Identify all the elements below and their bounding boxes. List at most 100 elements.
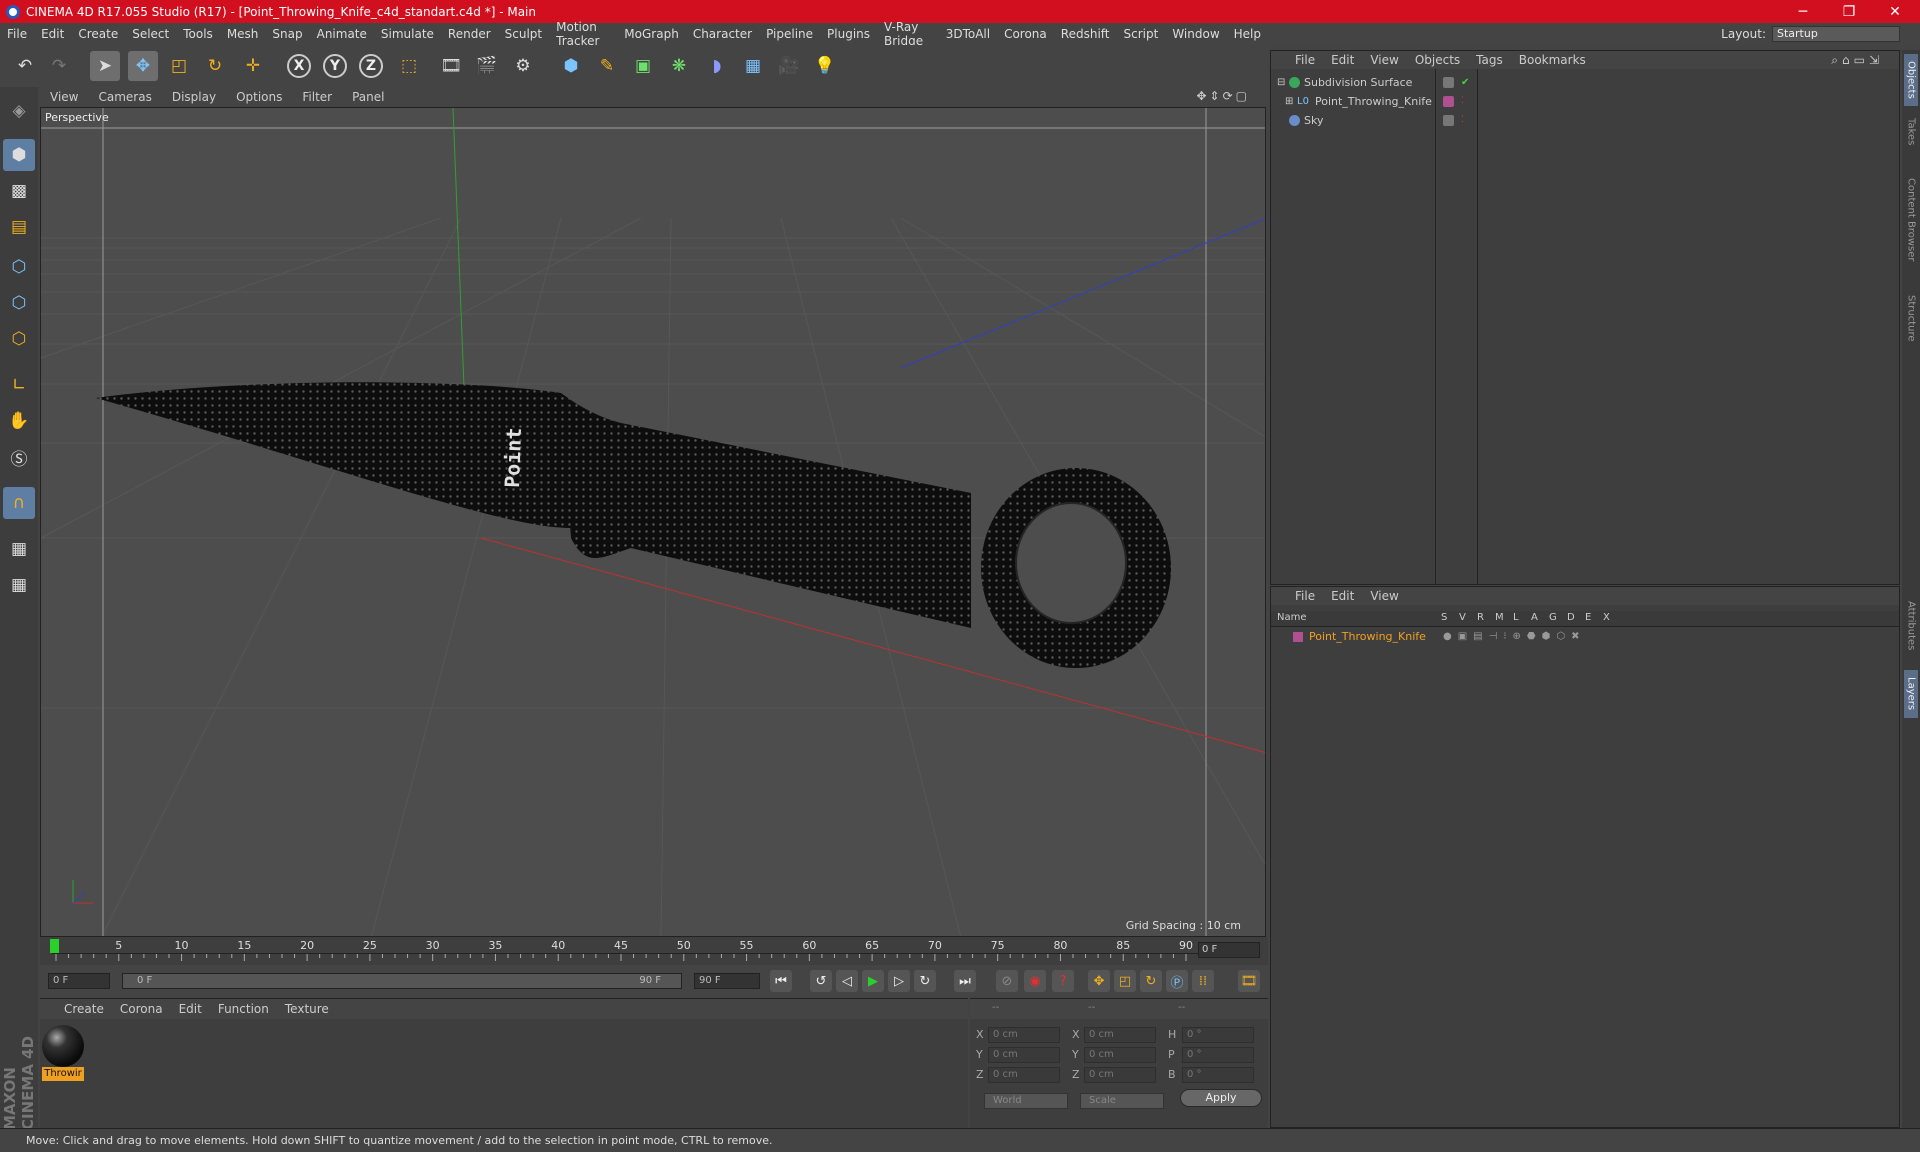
- start-frame-field[interactable]: 0 F: [48, 973, 110, 989]
- viewport-menu-view[interactable]: View: [40, 90, 88, 104]
- tab-objects[interactable]: Objects: [1904, 54, 1918, 106]
- light-bulb-icon[interactable]: 💡: [810, 51, 840, 81]
- tab-content-browser[interactable]: Content Browser: [1904, 160, 1918, 280]
- objects-menu-view[interactable]: View: [1362, 53, 1406, 67]
- rotation-p-field[interactable]: 0 °: [1182, 1047, 1254, 1063]
- object-row-subdivision-surface[interactable]: ⊟ Subdivision Surface ✔: [1271, 73, 1899, 92]
- keyframe-selection-icon[interactable]: ⊘: [996, 970, 1018, 992]
- rotation-h-field[interactable]: 0 °: [1182, 1027, 1254, 1043]
- viewport-menu-options[interactable]: Options: [226, 90, 292, 104]
- coordinate-system-icon[interactable]: ⬚: [394, 51, 424, 81]
- layers-menu-file[interactable]: File: [1287, 589, 1323, 603]
- visibility-dots-icon[interactable]: ⁚: [1461, 111, 1464, 130]
- y-axis-lock-button[interactable]: Y: [320, 51, 350, 81]
- layout-dropdown[interactable]: Startup: [1772, 26, 1900, 42]
- menu-select[interactable]: Select: [125, 27, 176, 41]
- viewport-navigation-icons[interactable]: ✥⇕⟳▢: [1186, 89, 1260, 103]
- scale-tool-icon[interactable]: ◰: [164, 51, 194, 81]
- key-rotation-icon[interactable]: ↻: [1140, 970, 1162, 992]
- material-menu-texture[interactable]: Texture: [277, 1002, 337, 1016]
- layer-color-swatch[interactable]: [1293, 632, 1303, 642]
- rotation-b-field[interactable]: 0 °: [1182, 1067, 1254, 1083]
- menu-snap[interactable]: Snap: [265, 27, 309, 41]
- tab-attributes[interactable]: Attributes: [1904, 590, 1918, 662]
- viewport-menu-filter[interactable]: Filter: [292, 90, 342, 104]
- object-manager-search-home-icons[interactable]: ⌕⌂▭⇲: [1823, 53, 1891, 68]
- menu-simulate[interactable]: Simulate: [374, 27, 441, 41]
- visibility-dots-icon[interactable]: ⁚: [1461, 92, 1464, 111]
- layer-toggle-icons[interactable]: ●▣▤⊣⁝⊕⬣⬢⬡✖: [1443, 628, 1585, 646]
- tab-takes[interactable]: Takes: [1904, 112, 1918, 152]
- layer-row[interactable]: Point_Throwing_Knife ●▣▤⊣⁝⊕⬣⬢⬡✖: [1271, 628, 1899, 646]
- menu-plugins[interactable]: Plugins: [820, 27, 877, 41]
- floor-environment-icon[interactable]: ▦: [738, 51, 768, 81]
- camera-icon[interactable]: 🎥: [774, 51, 804, 81]
- rotate-tool-icon[interactable]: ↻: [200, 51, 230, 81]
- next-key-icon[interactable]: ↻: [914, 970, 936, 992]
- transform-tool-icon[interactable]: ✛: [238, 51, 268, 81]
- menu-motion-tracker[interactable]: Motion Tracker: [549, 20, 617, 48]
- menu-script[interactable]: Script: [1117, 27, 1166, 41]
- apply-button[interactable]: Apply: [1180, 1089, 1262, 1107]
- objects-menu-edit[interactable]: Edit: [1323, 53, 1362, 67]
- redo-icon[interactable]: ↷: [44, 51, 74, 81]
- mograph-cloner-icon[interactable]: ❋: [664, 51, 694, 81]
- position-x-field[interactable]: 0 cm: [988, 1027, 1060, 1043]
- objects-menu-objects[interactable]: Objects: [1407, 53, 1468, 67]
- playhead-marker[interactable]: [50, 939, 59, 953]
- deformer-icon[interactable]: ◗: [702, 51, 732, 81]
- object-row-point-throwing-knife[interactable]: ⊞ L0 Point_Throwing_Knife ⁚: [1271, 92, 1899, 111]
- menu-sculpt[interactable]: Sculpt: [498, 27, 549, 41]
- texture-mode-icon[interactable]: ▩: [3, 175, 35, 207]
- render-view-icon[interactable]: 🎞: [436, 51, 466, 81]
- menu-character[interactable]: Character: [686, 27, 759, 41]
- menu-pipeline[interactable]: Pipeline: [759, 27, 820, 41]
- current-frame-field[interactable]: 0 F: [1198, 942, 1260, 958]
- polygons-mode-icon[interactable]: ⬡: [3, 323, 35, 355]
- tab-layers[interactable]: Layers: [1904, 670, 1918, 718]
- position-y-field[interactable]: 0 cm: [988, 1047, 1060, 1063]
- menu-tools[interactable]: Tools: [176, 27, 220, 41]
- menu-help[interactable]: Help: [1227, 27, 1268, 41]
- tweak-mode-icon[interactable]: ✋: [3, 405, 35, 437]
- menu-render[interactable]: Render: [441, 27, 498, 41]
- key-parameter-icon[interactable]: Ⓟ: [1166, 970, 1188, 992]
- timeline-window-icon[interactable]: 🎞: [1238, 970, 1260, 992]
- layers-menu-view[interactable]: View: [1362, 589, 1406, 603]
- timeline[interactable]: 051015202530354045505560657075808590 0 F: [40, 937, 1268, 965]
- model-mode-icon[interactable]: ⬢: [3, 139, 35, 171]
- menu-edit[interactable]: Edit: [34, 27, 71, 41]
- x-axis-lock-button[interactable]: X: [284, 51, 314, 81]
- workplane-lock-icon[interactable]: ▦: [3, 533, 35, 565]
- menu-create[interactable]: Create: [71, 27, 125, 41]
- render-settings-icon[interactable]: ⚙: [508, 51, 538, 81]
- menu-mesh[interactable]: Mesh: [220, 27, 266, 41]
- undo-icon[interactable]: ↶: [10, 51, 40, 81]
- go-to-start-icon[interactable]: ⏮: [770, 970, 792, 992]
- menu-mograph[interactable]: MoGraph: [617, 27, 686, 41]
- objects-menu-file[interactable]: File: [1287, 53, 1323, 67]
- menu-animate[interactable]: Animate: [310, 27, 374, 41]
- position-z-field[interactable]: 0 cm: [988, 1067, 1060, 1083]
- z-axis-lock-button[interactable]: Z: [356, 51, 386, 81]
- layers-menu-edit[interactable]: Edit: [1323, 589, 1362, 603]
- viewport-menu-cameras[interactable]: Cameras: [88, 90, 161, 104]
- material-menu-edit[interactable]: Edit: [171, 1002, 210, 1016]
- key-pla-icon[interactable]: ⁞⁞: [1192, 970, 1214, 992]
- grid-snap-icon[interactable]: ▦: [3, 569, 35, 601]
- layer-color-icon[interactable]: [1443, 96, 1454, 107]
- viewport-menu-panel[interactable]: Panel: [342, 90, 394, 104]
- objects-menu-bookmarks[interactable]: Bookmarks: [1511, 53, 1594, 67]
- end-frame-field[interactable]: 90 F: [694, 973, 760, 989]
- tab-structure[interactable]: Structure: [1904, 288, 1918, 348]
- select-arrow-icon[interactable]: ➤: [90, 51, 120, 81]
- material-menu-corona[interactable]: Corona: [112, 1002, 171, 1016]
- make-editable-icon[interactable]: ◈: [3, 95, 35, 127]
- go-to-end-icon[interactable]: ⏭: [954, 970, 976, 992]
- layer-name[interactable]: Point_Throwing_Knife: [1309, 628, 1426, 646]
- move-tool-icon[interactable]: ✥: [128, 51, 158, 81]
- key-scale-icon[interactable]: ◰: [1114, 970, 1136, 992]
- material-swatch[interactable]: Throwir: [42, 1025, 84, 1081]
- coordinate-mode-dropdown[interactable]: Scale: [1080, 1093, 1164, 1109]
- layer-tag-icon[interactable]: [1443, 115, 1454, 126]
